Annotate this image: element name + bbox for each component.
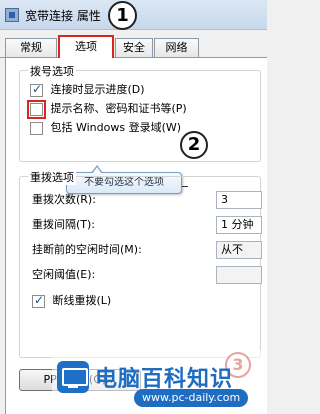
tab-network[interactable]: 网络 xyxy=(154,38,199,57)
redial-on-disconnect-checkbox[interactable] xyxy=(32,293,45,308)
window-title: 宽带连接 属性 xyxy=(25,9,101,23)
idle-hangup-row: 挂断前的空闲时间(M): xyxy=(32,241,142,259)
callout-number-two: 2 xyxy=(180,131,208,159)
windows-logon-domain-checkbox[interactable] xyxy=(30,121,43,135)
show-progress-label: 连接时显示进度(D) xyxy=(50,83,145,96)
monitor-logo-icon xyxy=(57,361,89,393)
idle-hangup-label: 挂断前的空闲时间(M): xyxy=(32,243,142,256)
idle-threshold-input[interactable] xyxy=(216,266,262,284)
dial-options-label: 拨号选项 xyxy=(28,63,76,79)
redial-interval-row: 重拨间隔(T): xyxy=(32,216,95,234)
redial-attempts-spinner[interactable]: 3 xyxy=(216,191,262,209)
redial-options-label: 重拨选项 xyxy=(28,169,76,185)
redial-on-disconnect-label: 断线重拨(L) xyxy=(52,294,112,307)
prompt-credentials-label: 提示名称、密码和证书等(P) xyxy=(50,102,187,115)
tab-security[interactable]: 安全 xyxy=(115,38,153,57)
redial-attempts-row: 重拨次数(R): xyxy=(32,191,96,209)
tab-options[interactable]: 选项 xyxy=(58,35,114,59)
redial-interval-select[interactable]: 1 分钟 xyxy=(216,216,262,234)
site-watermark: 电脑百科知识 www.pc-daily.com xyxy=(52,350,267,414)
tab-general[interactable]: 常规 xyxy=(5,38,57,57)
windows-logon-domain-option[interactable]: 包括 Windows 登录域(W) xyxy=(30,121,181,135)
tab-strip: 常规 选项 安全 网络 xyxy=(0,34,267,59)
redial-attempts-label: 重拨次数(R): xyxy=(32,193,96,206)
idle-threshold-row: 空闲阈值(E): xyxy=(32,266,95,284)
dial-options-group: 拨号选项 连接时显示进度(D) 提示名称、密码和证书等(P) 包括 Window… xyxy=(19,63,261,162)
idle-threshold-label: 空闲阈值(E): xyxy=(32,268,96,281)
network-connection-icon xyxy=(5,8,19,22)
prompt-credentials-option[interactable]: 提示名称、密码和证书等(P) xyxy=(27,99,187,119)
redial-options-group: 重拨选项 重拨次数(R): 3 重拨间隔(T): 1 分钟 挂断前的空闲时间(M… xyxy=(19,169,262,358)
watermark-url: www.pc-daily.com xyxy=(134,389,249,407)
prompt-credentials-checkbox[interactable] xyxy=(27,99,46,119)
callout-number-one: 1 xyxy=(108,1,137,30)
redial-interval-label: 重拨间隔(T): xyxy=(32,218,96,231)
redial-on-disconnect-option[interactable]: 断线重拨(L) xyxy=(32,293,112,308)
show-progress-option[interactable]: 连接时显示进度(D) xyxy=(30,82,145,97)
show-progress-checkbox[interactable] xyxy=(30,82,43,97)
idle-hangup-select[interactable]: 从不 xyxy=(216,241,262,259)
windows-logon-domain-label: 包括 Windows 登录域(W) xyxy=(50,121,182,134)
